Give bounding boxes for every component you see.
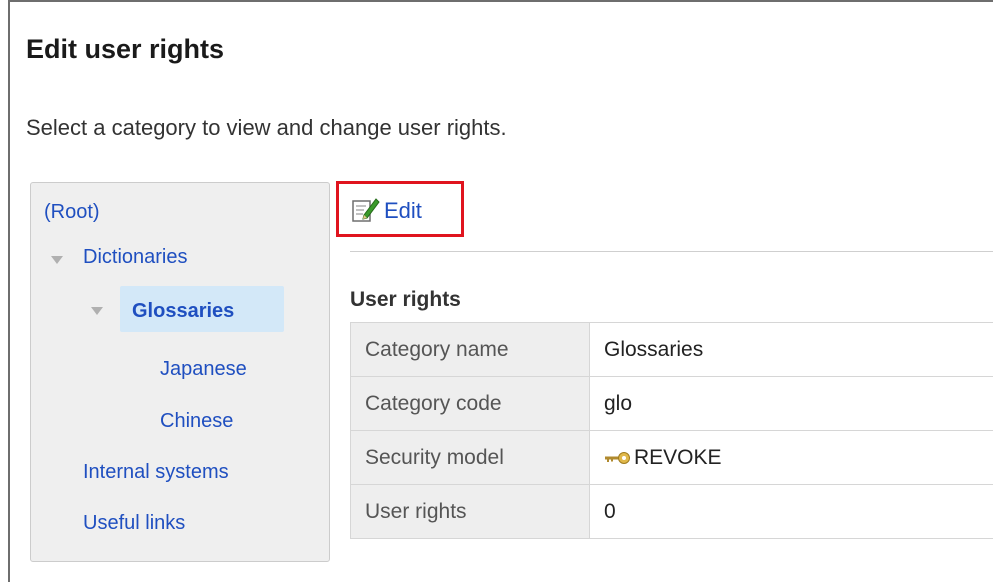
tree-item-glossaries-label: Glossaries bbox=[132, 300, 235, 322]
page-title: Edit user rights bbox=[26, 34, 225, 64]
row-label-category-name: Category name bbox=[350, 322, 590, 377]
edit-document-icon[interactable] bbox=[350, 195, 380, 223]
row-value-user-rights: 0 bbox=[589, 484, 993, 539]
table-row: Category code glo bbox=[350, 376, 993, 431]
row-label-category-code: Category code bbox=[350, 376, 590, 431]
row-label-security-model: Security model bbox=[350, 430, 590, 485]
table-row: Category name Glossaries bbox=[350, 322, 993, 377]
user-rights-table: Category name Glossaries Category code g… bbox=[350, 322, 993, 539]
divider bbox=[350, 251, 993, 252]
key-icon bbox=[605, 451, 630, 464]
row-value-category-name: Glossaries bbox=[589, 322, 993, 377]
security-model-value: REVOKE bbox=[634, 445, 722, 469]
row-label-user-rights: User rights bbox=[350, 484, 590, 539]
tree-item-japanese[interactable]: Japanese bbox=[160, 358, 247, 381]
row-value-security-model: REVOKE bbox=[589, 430, 993, 485]
tree-item-root[interactable]: (Root) bbox=[44, 201, 100, 224]
section-title: User rights bbox=[350, 288, 461, 311]
tree-item-dictionaries[interactable]: Dictionaries bbox=[83, 246, 187, 269]
expand-toggle-dictionaries-icon[interactable] bbox=[51, 256, 63, 264]
table-row: Security model REVOKE bbox=[350, 430, 993, 485]
table-row: User rights 0 bbox=[350, 484, 993, 539]
edit-link[interactable]: Edit bbox=[384, 198, 422, 224]
tree-item-internal-systems[interactable]: Internal systems bbox=[83, 461, 229, 484]
row-value-category-code: glo bbox=[589, 376, 993, 431]
expand-toggle-glossaries-icon[interactable] bbox=[91, 307, 103, 315]
tree-item-chinese[interactable]: Chinese bbox=[160, 410, 233, 433]
page-description: Select a category to view and change use… bbox=[26, 115, 507, 140]
tree-item-useful-links[interactable]: Useful links bbox=[83, 512, 185, 535]
